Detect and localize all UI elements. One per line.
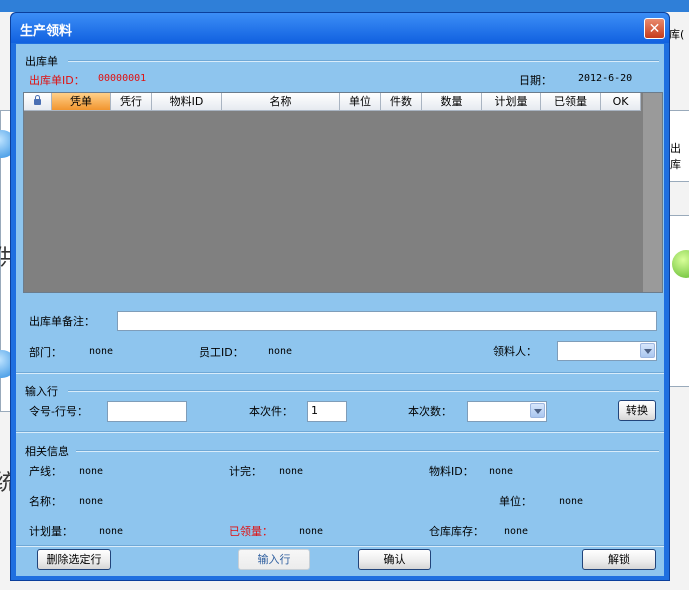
group-divider — [76, 450, 659, 452]
grid-header: 凭单 凭行 物料ID 名称 单位 件数 数量 计划量 已领量 OK — [24, 93, 641, 111]
background-topbar — [0, 0, 689, 12]
unit-label: 单位： — [499, 495, 532, 508]
section-divider — [16, 545, 664, 547]
section-divider — [16, 372, 664, 374]
close-button[interactable]: ✕ — [644, 18, 665, 39]
name-value: none — [79, 496, 104, 507]
column-header[interactable]: 名称 — [222, 93, 340, 111]
pieces-label: 本次件： — [249, 405, 293, 418]
order-line-label: 令号-行号： — [29, 405, 88, 418]
input-row-button[interactable]: 输入行 — [238, 549, 310, 570]
receiver-label: 领料人： — [493, 345, 537, 358]
line-label: 产线： — [29, 465, 62, 478]
department-label: 部门： — [29, 346, 62, 359]
quantity-label: 本次数： — [408, 405, 452, 418]
column-header[interactable]: 凭单 — [52, 93, 111, 111]
related-group-title: 相关信息 — [25, 445, 69, 458]
group-divider — [68, 60, 659, 62]
dialog-client-area: 出库单 出库单ID： 00000001 日期： 2012-6-20 凭单 凭行 … — [16, 44, 664, 576]
pieces-input[interactable]: 1 — [307, 401, 347, 422]
order-line-input[interactable] — [107, 401, 187, 422]
delete-selected-row-button[interactable]: 删除选定行 — [37, 549, 111, 570]
warehouse-stock-value: none — [504, 526, 529, 537]
background-label: 库( — [669, 28, 685, 41]
column-header[interactable]: 数量 — [422, 93, 482, 111]
department-value: none — [89, 346, 114, 357]
background-label: 出库 — [670, 142, 681, 171]
remark-input[interactable] — [117, 311, 657, 331]
plan-quantity-value: none — [99, 526, 124, 537]
section-divider — [16, 431, 664, 433]
remark-label: 出库单备注： — [29, 315, 95, 328]
quantity-select[interactable] — [467, 401, 547, 422]
column-header[interactable]: 已领量 — [541, 93, 601, 111]
done-value: none — [279, 466, 304, 477]
employee-id-label: 员工ID： — [199, 346, 244, 359]
column-header[interactable]: 计划量 — [482, 93, 541, 111]
received-quantity-label: 已领量： — [229, 525, 273, 538]
column-header[interactable]: OK — [601, 93, 641, 111]
close-icon: ✕ — [648, 21, 661, 37]
grid-vertical-scrollbar[interactable] — [643, 93, 662, 292]
outbound-id-value: 00000001 — [98, 73, 147, 84]
group-divider — [68, 390, 659, 392]
date-label: 日期： — [519, 74, 552, 87]
production-requisition-dialog: 生产领料 ✕ 出库单 出库单ID： 00000001 日期： 2012-6-20… — [10, 12, 670, 581]
grid-corner[interactable] — [24, 93, 52, 111]
date-value: 2012-6-20 — [578, 73, 633, 84]
column-header[interactable]: 物料ID — [152, 93, 222, 111]
plan-quantity-label: 计划量： — [29, 525, 73, 538]
column-header[interactable]: 凭行 — [111, 93, 152, 111]
material-id-value: none — [489, 466, 514, 477]
lock-icon — [34, 95, 41, 105]
employee-id-value: none — [268, 346, 293, 357]
unit-value: none — [559, 496, 584, 507]
convert-button[interactable]: 转换 — [618, 400, 656, 421]
outbound-grid[interactable]: 凭单 凭行 物料ID 名称 单位 件数 数量 计划量 已领量 OK — [23, 92, 663, 293]
confirm-button[interactable]: 确认 — [358, 549, 431, 570]
input-row-group-title: 输入行 — [25, 385, 58, 398]
title-bar[interactable]: 生产领料 ✕ — [11, 13, 669, 43]
material-id-label: 物料ID： — [429, 465, 474, 478]
outbound-id-label: 出库单ID： — [29, 74, 85, 87]
line-value: none — [79, 466, 104, 477]
dialog-title: 生产领料 — [20, 24, 73, 39]
chevron-down-icon[interactable] — [530, 403, 545, 418]
chevron-down-icon[interactable] — [640, 343, 655, 358]
name-label: 名称： — [29, 495, 62, 508]
unlock-button[interactable]: 解锁 — [582, 549, 656, 570]
outbound-group-title: 出库单 — [25, 55, 58, 68]
warehouse-stock-label: 仓库库存： — [429, 525, 484, 538]
column-header[interactable]: 单位 — [340, 93, 381, 111]
done-label: 计完： — [229, 465, 262, 478]
receiver-select[interactable] — [557, 341, 657, 361]
column-header[interactable]: 件数 — [381, 93, 422, 111]
received-quantity-value: none — [299, 526, 324, 537]
